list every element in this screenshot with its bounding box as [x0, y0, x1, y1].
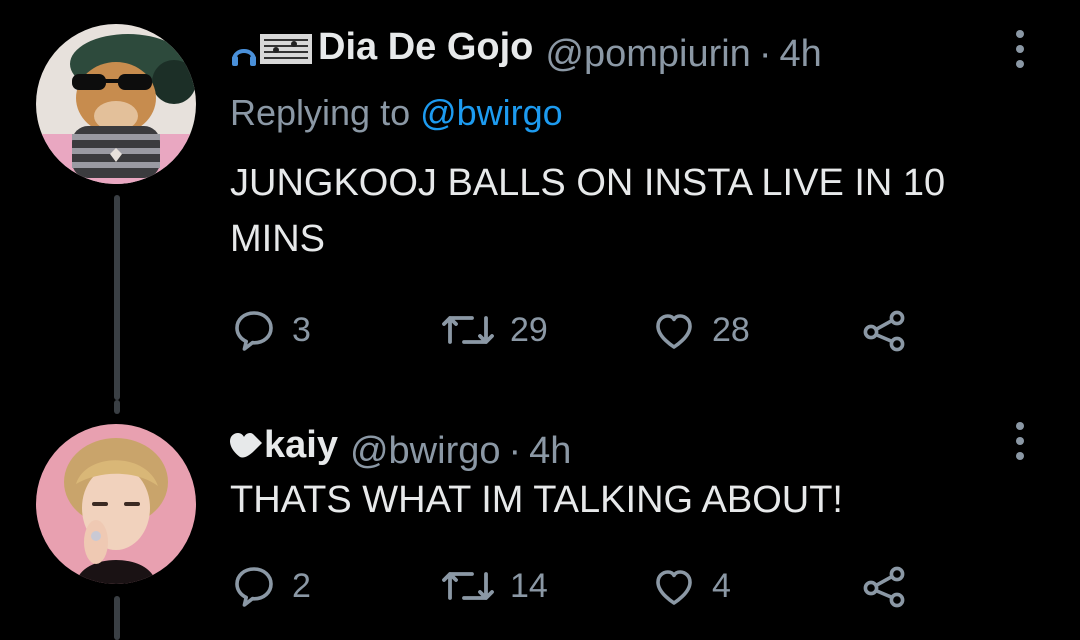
- tweet-text: THATS WHAT IM TALKING ABOUT!: [230, 479, 843, 521]
- retweet-count: 14: [510, 566, 548, 605]
- reply-button[interactable]: 2: [230, 562, 440, 610]
- share-icon: [863, 310, 905, 352]
- tweet-header: Dia De Gojo @pompiurin · 4h: [230, 26, 822, 76]
- separator-dot: ·: [758, 32, 772, 75]
- display-name-text: Dia De Gojo: [318, 26, 534, 68]
- tweet-actions: 3 29 28: [230, 306, 910, 354]
- timestamp[interactable]: 4h: [529, 430, 571, 473]
- more-options-icon[interactable]: [1014, 30, 1026, 68]
- thread-line: [114, 400, 120, 414]
- display-name[interactable]: Dia De Gojo: [230, 26, 533, 69]
- reply-icon: [235, 567, 273, 607]
- tweet-text: JUNGKOOJ BALLS ON INSTA LIVE IN 10 MINS: [230, 162, 946, 260]
- replying-to-link[interactable]: @bwirgo: [420, 92, 563, 133]
- tweet-header: kaiy @bwirgo · 4h: [230, 424, 571, 473]
- user-handle[interactable]: @pompiurin: [545, 33, 750, 76]
- tweet-2[interactable]: kaiy @bwirgo · 4h THATS WHAT IM TALKING …: [0, 400, 1080, 640]
- like-count: 28: [712, 310, 750, 349]
- separator-dot: ·: [508, 429, 522, 472]
- share-icon: [863, 566, 905, 608]
- tweet-1[interactable]: Dia De Gojo @pompiurin · 4h Replying to …: [0, 0, 1080, 400]
- like-button[interactable]: 4: [650, 562, 860, 610]
- reply-count: 3: [292, 310, 311, 349]
- retweet-icon: [442, 572, 494, 600]
- avatar-cat[interactable]: [36, 24, 196, 184]
- retweet-count: 29: [510, 310, 548, 349]
- replying-label: Replying to: [230, 92, 421, 133]
- thread-line: [114, 195, 120, 400]
- avatar-person[interactable]: [36, 424, 196, 584]
- like-count: 4: [712, 566, 731, 605]
- retweet-button[interactable]: 14: [440, 562, 650, 610]
- heart-icon: [656, 314, 692, 349]
- music-note-icon: [232, 48, 256, 66]
- share-button[interactable]: [860, 306, 910, 354]
- reply-button[interactable]: 3: [230, 306, 440, 354]
- more-options-icon[interactable]: [1014, 422, 1026, 460]
- heart-arrow-icon: [230, 432, 262, 458]
- user-handle[interactable]: @bwirgo: [350, 430, 501, 473]
- display-name-text: kaiy: [264, 424, 338, 466]
- like-button[interactable]: 28: [650, 306, 860, 354]
- display-name[interactable]: kaiy: [230, 424, 338, 467]
- thread-line-lower: [114, 596, 120, 640]
- music-score-icon: [260, 33, 312, 64]
- reply-count: 2: [292, 566, 311, 605]
- timestamp[interactable]: 4h: [779, 33, 821, 76]
- tweet-actions: 2 14 4: [230, 562, 910, 610]
- replying-to: Replying to @bwirgo: [230, 92, 563, 134]
- retweet-icon: [442, 316, 494, 344]
- retweet-button[interactable]: 29: [440, 306, 650, 354]
- share-button[interactable]: [860, 562, 910, 610]
- heart-icon: [656, 570, 692, 605]
- reply-icon: [235, 311, 273, 351]
